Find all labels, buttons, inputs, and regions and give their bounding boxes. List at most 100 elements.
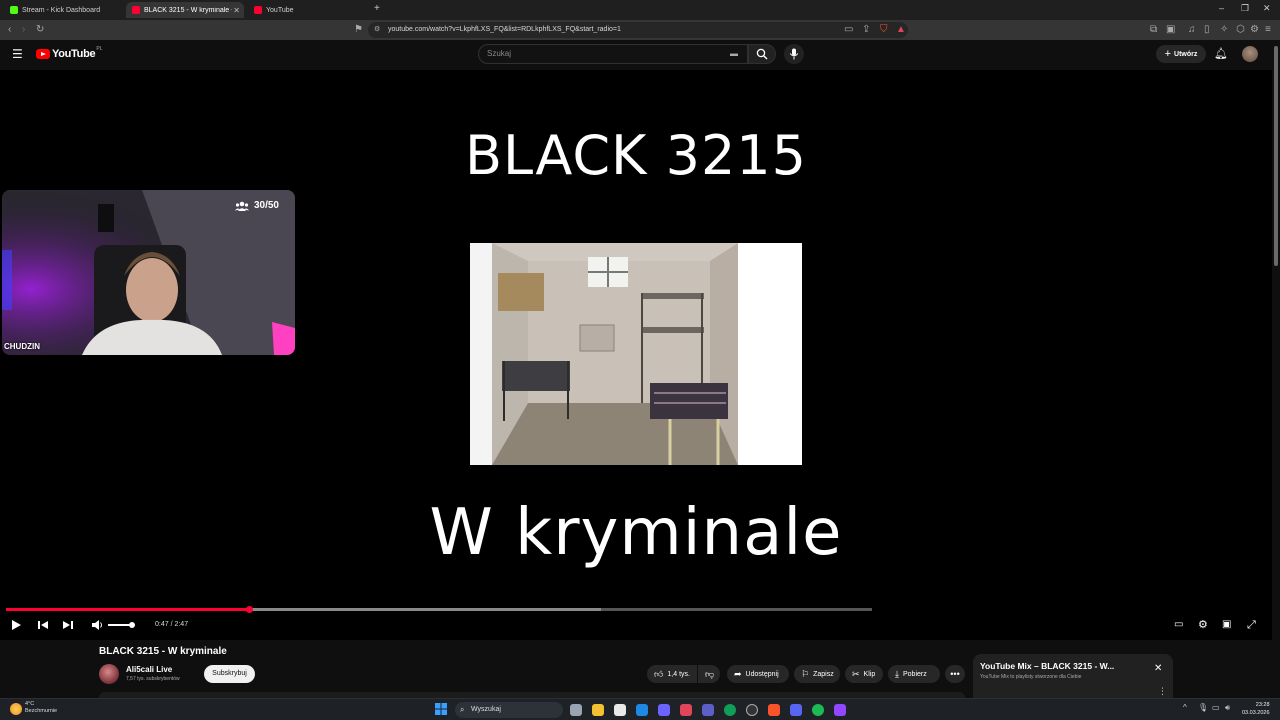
tab-youtube-video[interactable]: BLACK 3215 - W kryminale - ✕ [126, 2, 244, 18]
reload-icon[interactable]: ↻ [36, 24, 44, 36]
close-window-icon[interactable]: ✕ [1263, 3, 1271, 14]
edge-icon[interactable] [724, 704, 736, 716]
tray-overflow-icon[interactable]: ^ [1183, 703, 1187, 712]
viewer-count-text: 30/50 [253, 200, 279, 211]
create-label: Utwórz [1174, 50, 1198, 58]
subscribe-button[interactable]: Subskrybuj [204, 665, 255, 683]
copilot-icon[interactable] [658, 704, 670, 716]
like-count: 1,4 tys. [667, 670, 690, 678]
thumbs-down-icon: 👎︎ [705, 668, 715, 679]
store-icon[interactable] [614, 704, 626, 716]
notifications-bell-icon[interactable]: 🔔︎ [1214, 47, 1228, 60]
search-input[interactable]: Szukaj [478, 44, 748, 64]
youtube-play-logo-icon [36, 49, 50, 59]
webcam-overlay: 30/50 CHUDZIN [2, 190, 295, 355]
close-mix-icon[interactable]: ✕ [1154, 663, 1162, 674]
time-display: 0:47 / 2:47 [155, 621, 189, 628]
brave-rewards-icon[interactable]: ▲ [896, 24, 906, 36]
playlist-mix-panel[interactable]: YouTube Mix – BLACK 3215 - W... YouTube … [973, 654, 1173, 700]
leo-icon[interactable]: ✧ [1220, 24, 1228, 36]
previous-icon[interactable] [37, 619, 49, 631]
site-info-icon[interactable]: ⚙ [374, 22, 380, 38]
browser-tab-strip: Stream - Kick Dashboard BLACK 3215 - W k… [0, 0, 1280, 20]
logo-country-code: PL [96, 46, 103, 52]
minimize-window-icon[interactable]: – [1219, 3, 1224, 13]
tab-youtube[interactable]: YouTube [248, 2, 366, 18]
fullscreen-icon[interactable]: ⤢ [1247, 619, 1256, 631]
extension-icon[interactable]: ⧉ [1150, 24, 1157, 36]
theater-mode-icon[interactable]: ▣ [1222, 619, 1231, 631]
voice-search-button[interactable] [784, 44, 804, 64]
account-avatar[interactable] [1242, 46, 1258, 62]
channel-avatar[interactable] [99, 664, 119, 684]
media-controls-icon[interactable]: ♫ [1188, 24, 1196, 36]
channel-name[interactable]: Ali5cali Live [126, 665, 172, 674]
keyboard-icon[interactable]: ▬ [730, 49, 738, 58]
tab-kick-dashboard[interactable]: Stream - Kick Dashboard [4, 2, 122, 18]
settings-gear-icon[interactable]: ⚙ [1198, 619, 1208, 631]
dislike-button[interactable]: 👎︎ [698, 665, 720, 683]
weather-widget[interactable]: 4°C Bezchmurnie [25, 701, 57, 715]
network-icon[interactable]: ▭ [1212, 703, 1220, 712]
address-bar[interactable]: ⚙ youtube.com/watch?v=LkphfLXS_FQ&list=R… [368, 22, 908, 38]
spotify-icon[interactable] [812, 704, 824, 716]
clip-label: Klip [863, 670, 876, 678]
like-button[interactable]: 👍︎ 1,4 tys. [647, 665, 697, 683]
play-icon[interactable] [10, 619, 22, 631]
wallet-icon[interactable]: ▣ [1166, 24, 1175, 36]
discord-icon[interactable] [790, 704, 802, 716]
mix-more-vertical-icon[interactable]: ⋮ [1158, 686, 1167, 697]
video-title: BLACK 3215 - W kryminale [99, 646, 227, 657]
task-view-icon[interactable] [570, 704, 582, 716]
forward-arrow-icon[interactable]: › [22, 24, 25, 36]
youtube-logo[interactable]: YouTube PL [36, 46, 103, 60]
twitch-icon[interactable] [834, 704, 846, 716]
close-tab-icon[interactable]: ✕ [233, 6, 240, 15]
new-tab-button[interactable]: + [374, 3, 380, 14]
streamer-name: CHUDZIN [4, 342, 40, 351]
taskbar-search[interactable]: ⌕ Wyszukaj [455, 702, 563, 718]
tab-label: BLACK 3215 - W kryminale - [144, 6, 232, 14]
save-button[interactable]: ⚐ Zapisz [794, 665, 840, 683]
app-icon-red[interactable] [680, 704, 692, 716]
restore-window-icon[interactable]: ❐ [1241, 3, 1249, 14]
search-button[interactable] [748, 44, 776, 64]
browser-menu-icon[interactable]: ≡ [1265, 24, 1271, 36]
clip-button[interactable]: ✂ Klip [845, 665, 883, 683]
vpn-icon[interactable]: ⬡ [1236, 24, 1245, 36]
temperature: 4°C [25, 701, 35, 707]
app-icon-circle[interactable] [746, 704, 758, 716]
prison-cell-photo [470, 243, 802, 465]
windows-start-icon[interactable] [435, 703, 447, 715]
plus-icon: + [1164, 48, 1172, 60]
file-explorer-icon[interactable] [592, 704, 604, 716]
create-button[interactable]: + Utwórz [1156, 45, 1206, 63]
windows-taskbar: 4°C Bezchmurnie ⌕ Wyszukaj ^ 🎙︎ ▭ 🔊︎ 23:… [0, 698, 1280, 720]
microphone-tray-icon[interactable]: 🎙︎ [1198, 703, 1208, 712]
cast-icon[interactable]: ▭ [844, 24, 853, 36]
search-icon [756, 48, 768, 60]
volume-icon[interactable] [91, 619, 104, 631]
hamburger-menu-icon[interactable]: ☰ [12, 48, 23, 60]
next-icon[interactable] [62, 619, 74, 631]
subtitles-icon[interactable]: ▭ [1174, 619, 1183, 631]
back-arrow-icon[interactable]: ‹ [8, 24, 11, 36]
save-label: Zapisz [813, 670, 834, 678]
mail-icon[interactable] [636, 704, 648, 716]
bookmark-icon[interactable]: ⚑ [354, 24, 363, 36]
teams-icon[interactable] [702, 704, 714, 716]
settings-icon[interactable]: ⚙ [1250, 24, 1259, 36]
more-actions-button[interactable]: ••• [945, 665, 965, 683]
brave-browser-icon[interactable] [768, 704, 780, 716]
speaker-tray-icon[interactable]: 🔊︎ [1225, 703, 1230, 713]
page-scrollbar-thumb[interactable] [1274, 46, 1278, 266]
brave-shield-icon[interactable]: ⛉ [880, 24, 888, 36]
share-button[interactable]: ➦ Udostępnij [727, 665, 789, 683]
sidebar-icon[interactable]: ▯ [1204, 24, 1210, 36]
download-button[interactable]: ⤓ Pobierz [888, 665, 940, 683]
weather-moon-icon[interactable] [10, 703, 22, 715]
more-horizontal-icon: ••• [950, 669, 960, 679]
volume-slider-handle[interactable] [129, 622, 135, 628]
taskbar-clock[interactable]: 23:28 03.03.2026 [1242, 701, 1270, 717]
share-page-icon[interactable]: ⇪ [862, 24, 870, 36]
